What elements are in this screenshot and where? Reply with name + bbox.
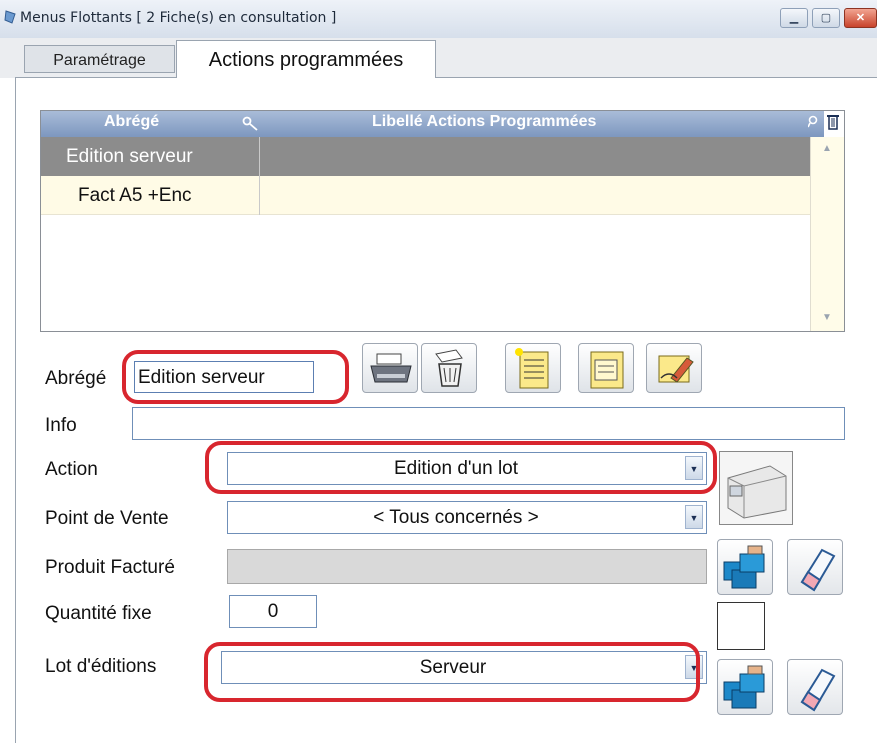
quantite-fixe-label: Quantité fixe [45,603,152,624]
window-title: Menus Flottants [ 2 Fiche(s) en consulta… [20,10,337,26]
close-button[interactable]: ✕ [844,8,877,28]
select-produit-button[interactable] [717,539,773,595]
clear-produit-button[interactable] [787,539,843,595]
trash-icon [435,349,463,387]
tab-actions-programmees-label: Actions programmées [208,49,404,71]
new-button[interactable] [505,343,561,393]
edit-icon [658,355,694,383]
tab-actions-programmees[interactable]: Actions programmées [176,40,436,78]
new-document-icon [515,348,549,389]
key-icon[interactable] [242,116,260,132]
receipt-printer-icon [727,465,787,519]
app-icon [4,10,16,24]
color-box[interactable] [717,602,765,650]
produit-facture-label: Produit Facturé [45,557,175,578]
info-label: Info [45,415,77,436]
point-de-vente-select[interactable]: < Tous concernés > ▼ [227,501,707,534]
maximize-button[interactable]: ▢ [812,8,840,28]
edit-button[interactable] [646,343,702,393]
scroll-down-icon[interactable]: ▼ [822,312,832,323]
tab-parametrage[interactable]: Paramétrage [24,45,175,73]
close-icon: ✕ [855,12,866,24]
info-field[interactable] [132,407,845,440]
print-button[interactable] [362,343,418,393]
eraser-icon [800,668,836,712]
clear-lot-button[interactable] [787,659,843,715]
scroll-up-icon[interactable]: ▲ [822,143,832,154]
highlight-action [205,441,717,494]
quantite-fixe-field[interactable]: 0 [229,595,317,628]
highlight-abrege [122,350,349,404]
produit-facture-field [227,549,707,584]
select-icon [723,545,765,589]
open-button[interactable] [578,343,634,393]
column-header-abrege[interactable]: Abrégé [104,113,159,131]
point-de-vente-label: Point de Vente [45,508,169,529]
lot-editions-label: Lot d'éditions [45,656,157,677]
table-cell-abrege: Edition serveur [66,146,193,167]
folder-document-icon [590,351,624,389]
minimize-button[interactable]: ▁ [780,8,808,28]
maximize-icon: ▢ [820,12,832,24]
chevron-down-icon: ▼ [689,513,699,523]
printer-icon [370,353,412,383]
table-cell-abrege: Fact A5 +Enc [78,185,192,206]
quantite-fixe-value: 0 [267,601,279,622]
action-label: Action [45,459,98,480]
search-icon[interactable] [807,114,824,132]
column-divider [259,137,260,215]
point-de-vente-dropdown-button[interactable]: ▼ [685,505,703,529]
column-chooser-icon[interactable] [826,112,840,132]
tab-parametrage-label: Paramétrage [53,52,146,69]
abrege-label: Abrégé [45,368,107,389]
point-de-vente-value: < Tous concernés > [373,507,539,528]
column-header-libelle[interactable]: Libellé Actions Programmées [372,113,596,131]
select-lot-button[interactable] [717,659,773,715]
highlight-lot-editions [204,642,700,702]
vertical-scrollbar[interactable] [810,137,844,331]
eraser-icon [800,548,836,592]
delete-button[interactable] [421,343,477,393]
select-icon [723,665,765,709]
printer-image [719,451,793,525]
minimize-icon: ▁ [789,12,799,24]
